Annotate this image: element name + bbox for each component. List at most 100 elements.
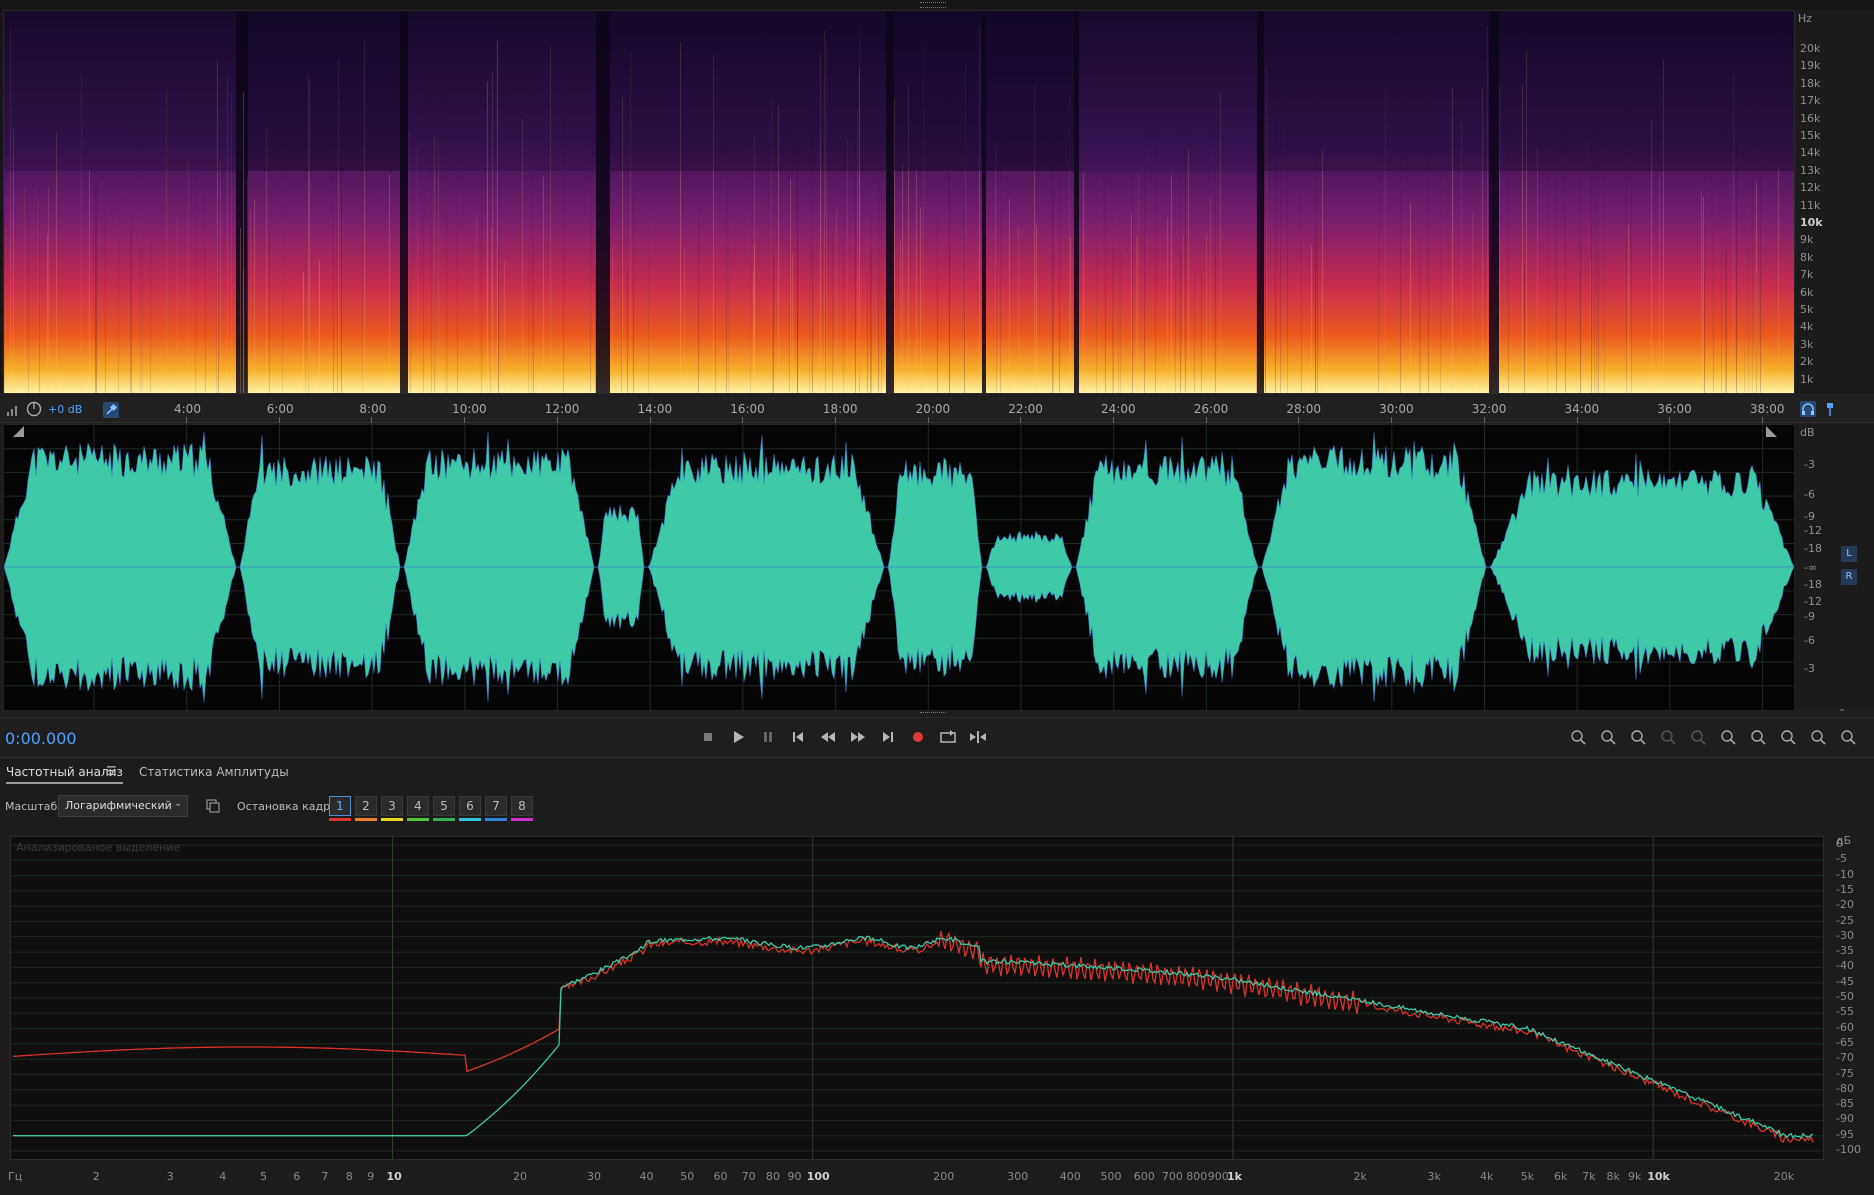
- time-tick: [371, 417, 373, 423]
- freeze-frame-button[interactable]: 6: [459, 796, 481, 816]
- freeze-frame-button[interactable]: 8: [511, 796, 533, 816]
- zoom-in-time-icon[interactable]: [1807, 727, 1827, 747]
- play-button[interactable]: [728, 727, 748, 747]
- zoom-in-left-icon[interactable]: [1717, 727, 1737, 747]
- current-time: 0:00.000: [5, 729, 77, 748]
- freeze-frame-button[interactable]: 1: [329, 796, 351, 816]
- zoom-out-time-icon[interactable]: [1837, 727, 1857, 747]
- time-tick: [186, 417, 187, 423]
- copy-icon[interactable]: [206, 798, 220, 813]
- fast-forward-button[interactable]: [848, 727, 868, 747]
- time-tick: [1669, 417, 1671, 423]
- hz-tick-label: 14k: [1800, 146, 1821, 160]
- freq-tick-label: 4: [219, 1170, 227, 1183]
- freeze-frame-button[interactable]: 2: [355, 796, 377, 816]
- resize-handle-lower[interactable]: [920, 712, 946, 716]
- time-tick: [1298, 417, 1300, 423]
- scale-select[interactable]: Логарифмический ⌄: [58, 795, 188, 817]
- db-tick-label: -12: [1804, 524, 1822, 537]
- freq-tick-label: 40: [639, 1170, 654, 1183]
- freeze-frame-button[interactable]: 5: [433, 796, 455, 816]
- time-tick-label: 12:00: [544, 402, 580, 416]
- marker-icon[interactable]: [1822, 401, 1838, 417]
- freq-tick-label: 20: [513, 1170, 527, 1183]
- zoom-reset-icon[interactable]: [1627, 727, 1647, 747]
- db-axis-label: -95: [1836, 1127, 1854, 1141]
- channel-left-toggle[interactable]: L: [1841, 546, 1857, 562]
- time-tick: [649, 417, 651, 423]
- db-tick-label: -12: [1804, 595, 1822, 608]
- hz-tick-label: 12k: [1800, 181, 1821, 195]
- frequency-plot[interactable]: [10, 836, 1824, 1160]
- db-unit-label: dB: [1800, 426, 1815, 439]
- db-tick-label: -3: [1804, 662, 1815, 675]
- waveform-view[interactable]: [3, 424, 1795, 711]
- freq-tick-label: 8k: [1606, 1170, 1620, 1183]
- spectrogram-svg: [4, 11, 1794, 393]
- headphones-icon[interactable]: [1800, 401, 1816, 417]
- gain-knob-icon[interactable]: [26, 401, 42, 417]
- loop-button[interactable]: [938, 727, 958, 747]
- freq-tick-label: 600: [1133, 1170, 1155, 1183]
- time-tick: [1205, 417, 1207, 423]
- pause-button[interactable]: [758, 727, 778, 747]
- zoom-selection-icon[interactable]: [1687, 727, 1707, 747]
- db-axis-label: -30: [1836, 928, 1854, 942]
- pin-icon[interactable]: [103, 402, 119, 418]
- freq-tick-label: 20k: [1773, 1170, 1795, 1183]
- time-tick: [556, 417, 558, 423]
- zoom-in-right-icon[interactable]: [1747, 727, 1767, 747]
- frequency-plot-svg: [11, 837, 1823, 1159]
- skip-back-button[interactable]: [788, 727, 808, 747]
- db-axis-label: 0: [1836, 837, 1843, 850]
- time-tick-label: 28:00: [1286, 402, 1321, 416]
- db-axis-label: -5: [1836, 852, 1847, 866]
- freeze-frame-button[interactable]: 4: [407, 796, 429, 816]
- gain-value[interactable]: +0 dB: [48, 403, 82, 416]
- freq-tick-label: 7: [321, 1170, 329, 1183]
- freq-tick-label: 2k: [1353, 1170, 1367, 1183]
- freeze-frame-color: [329, 818, 351, 821]
- skip-selection-button[interactable]: [968, 727, 988, 747]
- time-tick: [278, 417, 280, 423]
- time-tick-label: 16:00: [730, 402, 765, 416]
- channel-right-toggle[interactable]: R: [1841, 569, 1857, 585]
- db-axis-label: -25: [1836, 913, 1854, 927]
- db-tick-label: -18: [1804, 542, 1822, 555]
- hz-tick-label: 1k: [1800, 372, 1814, 386]
- freeze-frame-button[interactable]: 3: [381, 796, 403, 816]
- time-tick-label: 36:00: [1657, 402, 1692, 416]
- time-tick-label: 32:00: [1471, 402, 1507, 416]
- resize-handle[interactable]: [920, 2, 946, 8]
- stop-button[interactable]: [698, 727, 718, 747]
- zoom-fit-icon[interactable]: [1777, 727, 1797, 747]
- hz-tick-label: 8k: [1800, 250, 1814, 264]
- freq-tick-label: 800: [1186, 1170, 1208, 1183]
- zoom-in-amplitude-icon[interactable]: [1567, 727, 1587, 747]
- time-tick: [742, 417, 744, 423]
- time-tick: [1391, 417, 1393, 423]
- db-axis-label: -15: [1836, 882, 1854, 896]
- freq-tick-label: 900: [1207, 1170, 1229, 1183]
- freq-tick-label: 50: [680, 1170, 695, 1183]
- panel-menu-icon[interactable]: ☰: [106, 764, 117, 778]
- freq-tick-label: 10: [386, 1170, 402, 1183]
- zoom-full-icon[interactable]: [1657, 727, 1677, 747]
- record-button[interactable]: [908, 727, 928, 747]
- freeze-frame-button[interactable]: 7: [485, 796, 507, 816]
- freq-tick-label: 9k: [1627, 1170, 1642, 1183]
- freq-tick-label: 7k: [1582, 1170, 1596, 1183]
- spectrogram-view[interactable]: [3, 10, 1795, 394]
- freq-tick-label: 6k: [1553, 1170, 1568, 1183]
- db-axis-label: -90: [1836, 1112, 1854, 1126]
- freeze-frame-color: [381, 818, 403, 821]
- tab-amplitude-statistics[interactable]: Статистика Амплитуды: [139, 765, 289, 779]
- rewind-button[interactable]: [818, 727, 838, 747]
- time-tick-label: 10:00: [452, 402, 487, 416]
- zoom-out-amplitude-icon[interactable]: [1597, 727, 1617, 747]
- chevron-down-icon: ⌄: [174, 798, 183, 809]
- freeze-frame-color: [355, 818, 377, 821]
- time-tick-label: 22:00: [1008, 402, 1043, 416]
- skip-forward-button[interactable]: [878, 727, 898, 747]
- db-axis-label: -55: [1836, 1005, 1854, 1019]
